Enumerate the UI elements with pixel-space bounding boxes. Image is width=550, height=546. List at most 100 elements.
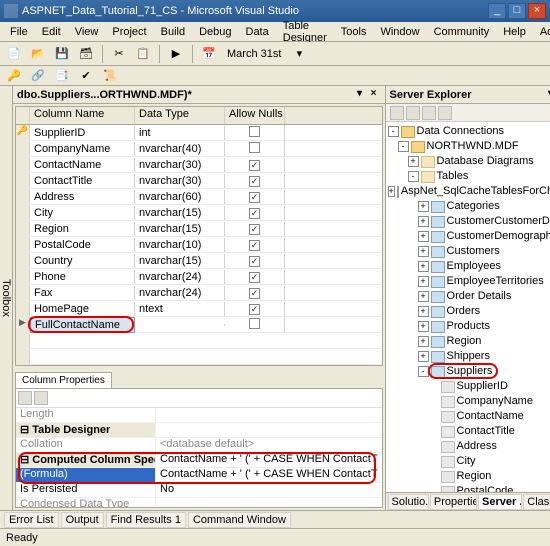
allow-nulls-cell[interactable] — [225, 158, 285, 172]
property-value[interactable] — [156, 423, 382, 437]
property-value[interactable]: ContactName + ' (' + CASE WHEN ContactT — [156, 453, 382, 467]
bottom-tab-find-results-1[interactable]: Find Results 1 — [106, 512, 186, 528]
tree-table-order-details[interactable]: +Order Details — [388, 289, 550, 304]
property-value[interactable] — [156, 408, 382, 422]
col-header-name[interactable]: Column Name — [30, 107, 135, 124]
run-button[interactable]: ▶ — [166, 44, 186, 64]
allow-nulls-checkbox[interactable] — [249, 256, 260, 267]
tree-expander-icon[interactable] — [428, 486, 439, 492]
column-type-cell[interactable]: int — [135, 126, 225, 140]
allow-nulls-checkbox[interactable] — [249, 304, 260, 315]
column-name-cell[interactable]: ContactTitle — [30, 174, 135, 188]
tree-table-shippers[interactable]: +Shippers — [388, 349, 550, 364]
tree-folder-database-diagrams[interactable]: +Database Diagrams — [388, 154, 550, 169]
tree-db-northwnd[interactable]: -NORTHWND.MDF — [388, 139, 550, 154]
tree-data-connections[interactable]: -Data Connections — [388, 124, 550, 139]
designer-tab-title[interactable]: dbo.Suppliers...ORTHWND.MDF)* — [17, 89, 192, 101]
allow-nulls-cell[interactable] — [225, 302, 285, 316]
tree-expander-icon[interactable] — [428, 441, 439, 452]
tree-expander-icon[interactable]: + — [418, 321, 429, 332]
table-column-row[interactable]: Phonenvarchar(24) — [16, 269, 382, 285]
allow-nulls-cell[interactable] — [225, 238, 285, 252]
menu-edit[interactable]: Edit — [36, 24, 67, 40]
tree-column-region[interactable]: Region — [388, 469, 550, 484]
table-column-row[interactable]: Faxnvarchar(24) — [16, 285, 382, 301]
toolbox-tab[interactable]: Toolbox — [0, 86, 13, 510]
tree-table-employeeterritories[interactable]: +EmployeeTerritories — [388, 274, 550, 289]
table-column-row[interactable]: HomePagentext — [16, 301, 382, 317]
allow-nulls-checkbox[interactable] — [249, 126, 260, 137]
column-type-cell[interactable]: nvarchar(15) — [135, 206, 225, 220]
menu-tools[interactable]: Tools — [335, 24, 373, 40]
property-row[interactable]: Condensed Data Type — [16, 498, 382, 508]
tree-column-address[interactable]: Address — [388, 439, 550, 454]
stop-icon[interactable] — [406, 106, 420, 120]
tree-expander-icon[interactable]: + — [418, 276, 429, 287]
property-value[interactable]: ContactName + ' (' + CASE WHEN ContactT — [156, 468, 382, 482]
allow-nulls-cell[interactable] — [225, 125, 285, 141]
property-value[interactable] — [156, 498, 382, 508]
property-row[interactable]: ⊟ Computed Column SpecificationContactNa… — [16, 453, 382, 468]
column-name-cell[interactable]: Region — [30, 222, 135, 236]
row-handle[interactable] — [16, 157, 30, 172]
table-column-row[interactable]: 🔑SupplierIDint — [16, 125, 382, 141]
tree-table-suppliers[interactable]: -Suppliers — [388, 364, 550, 379]
tree-column-supplierid[interactable]: SupplierID — [388, 379, 550, 394]
relation-icon[interactable]: 🔗 — [28, 66, 48, 86]
script-icon[interactable]: 📜 — [100, 66, 120, 86]
row-handle[interactable] — [16, 141, 30, 156]
connect-icon[interactable] — [422, 106, 436, 120]
column-type-cell[interactable]: nvarchar(60) — [135, 190, 225, 204]
allow-nulls-cell[interactable] — [225, 141, 285, 157]
tree-table-products[interactable]: +Products — [388, 319, 550, 334]
tree-expander-icon[interactable] — [428, 411, 439, 422]
row-handle[interactable] — [16, 205, 30, 220]
menu-help[interactable]: Help — [497, 24, 532, 40]
tree-expander-icon[interactable]: + — [418, 201, 429, 212]
tree-folder-tables[interactable]: -Tables — [388, 169, 550, 184]
table-column-row[interactable]: ContactNamenvarchar(30) — [16, 157, 382, 173]
tree-expander-icon[interactable]: + — [418, 246, 429, 257]
row-handle[interactable]: 🔑 — [16, 125, 30, 140]
allow-nulls-cell[interactable] — [225, 254, 285, 268]
tree-expander-icon[interactable] — [428, 426, 439, 437]
tree-expander-icon[interactable]: + — [418, 291, 429, 302]
pin-icon[interactable]: ▾ — [353, 88, 367, 102]
tree-table-orders[interactable]: +Orders — [388, 304, 550, 319]
right-tab-2[interactable]: Server ... — [478, 494, 522, 510]
column-properties-tab[interactable]: Column Properties — [15, 372, 112, 388]
column-name-cell[interactable]: FullContactName — [30, 317, 135, 333]
column-type-cell[interactable]: nvarchar(15) — [135, 222, 225, 236]
table-column-row[interactable]: Citynvarchar(15) — [16, 205, 382, 221]
tree-table-customerdemographics[interactable]: +CustomerDemographics — [388, 229, 550, 244]
column-type-cell[interactable]: nvarchar(24) — [135, 270, 225, 284]
allow-nulls-checkbox[interactable] — [249, 272, 260, 283]
close-button[interactable]: × — [528, 3, 546, 19]
row-handle[interactable] — [16, 285, 30, 300]
calendar-icon[interactable]: 📅 — [199, 44, 219, 64]
menu-window[interactable]: Window — [374, 24, 425, 40]
tree-expander-icon[interactable]: - — [398, 141, 409, 152]
menu-build[interactable]: Build — [155, 24, 191, 40]
maximize-button[interactable]: □ — [508, 3, 526, 19]
menu-community[interactable]: Community — [428, 24, 496, 40]
allow-nulls-cell[interactable] — [225, 317, 285, 333]
disconnect-icon[interactable] — [438, 106, 452, 120]
row-handle[interactable] — [16, 173, 30, 188]
table-column-row[interactable]: ContactTitlenvarchar(30) — [16, 173, 382, 189]
new-project-button[interactable]: 📄 — [4, 44, 24, 64]
property-value[interactable]: <database default> — [156, 438, 382, 452]
row-handle[interactable] — [16, 237, 30, 252]
column-name-cell[interactable]: City — [30, 206, 135, 220]
right-tab-0[interactable]: Solutio... — [388, 494, 429, 510]
tree-expander-icon[interactable]: + — [418, 306, 429, 317]
refresh-icon[interactable] — [390, 106, 404, 120]
menu-addins[interactable]: Addins — [534, 24, 550, 40]
property-row[interactable]: Collation<database default> — [16, 438, 382, 453]
table-column-row[interactable]: PostalCodenvarchar(10) — [16, 237, 382, 253]
save-button[interactable]: 💾 — [52, 44, 72, 64]
property-value[interactable]: No — [156, 483, 382, 497]
tree-column-city[interactable]: City — [388, 454, 550, 469]
column-type-cell[interactable]: nvarchar(24) — [135, 286, 225, 300]
pin-icon[interactable]: ▾ — [544, 88, 550, 102]
